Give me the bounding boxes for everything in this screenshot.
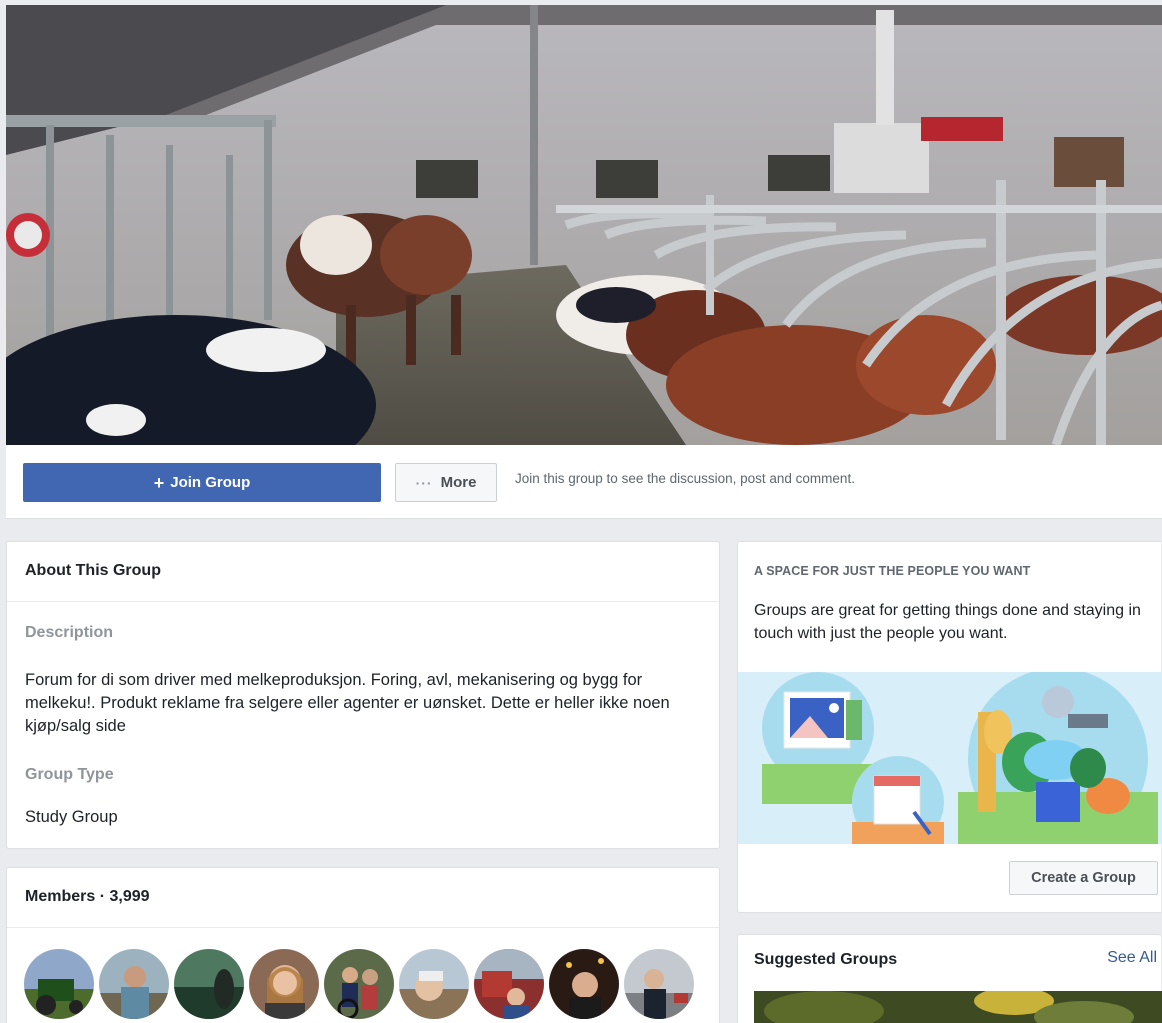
join-group-label: Join Group xyxy=(170,474,251,491)
group-cover-photo xyxy=(6,5,1162,445)
more-dots-icon: ··· xyxy=(415,474,433,491)
join-group-button[interactable]: + Join Group xyxy=(23,463,381,502)
about-card-title: About This Group xyxy=(7,542,719,602)
description-label: Description xyxy=(25,624,114,641)
description-text: Forum for di som driver med melkeproduks… xyxy=(25,671,670,735)
see-all-link[interactable]: See All xyxy=(1107,949,1157,967)
more-button[interactable]: ··· More xyxy=(395,463,497,502)
suggested-groups-card: Suggested Groups See All xyxy=(737,934,1162,1023)
join-hint-text: Join this group to see the discussion, p… xyxy=(515,471,855,486)
members-card: Members · 3,999 xyxy=(6,867,720,1023)
more-label: More xyxy=(440,474,477,491)
group-type-value: Study Group xyxy=(25,808,118,826)
member-avatar[interactable] xyxy=(398,948,470,1020)
about-group-card: About This Group Description Forum for d… xyxy=(6,541,720,849)
members-title: Members · 3,999 xyxy=(7,868,719,928)
groups-illustration xyxy=(738,672,1162,844)
member-avatar[interactable] xyxy=(323,948,395,1020)
plus-icon: + xyxy=(153,472,165,493)
suggested-group-image[interactable] xyxy=(754,991,1162,1023)
member-avatar[interactable] xyxy=(173,948,245,1020)
member-avatar[interactable] xyxy=(623,948,695,1020)
member-avatar[interactable] xyxy=(98,948,170,1020)
member-avatar[interactable] xyxy=(248,948,320,1020)
create-group-promo-card: A SPACE FOR JUST THE PEOPLE YOU WANT Gro… xyxy=(737,541,1162,913)
member-avatars xyxy=(23,948,695,1020)
create-group-button[interactable]: Create a Group xyxy=(1009,861,1158,895)
member-avatar[interactable] xyxy=(473,948,545,1020)
suggested-groups-title: Suggested Groups xyxy=(754,951,898,968)
group-action-bar: + Join Group ··· More Join this group to… xyxy=(6,445,1162,519)
member-avatar[interactable] xyxy=(548,948,620,1020)
promo-heading: A SPACE FOR JUST THE PEOPLE YOU WANT xyxy=(754,564,1031,578)
group-type-label: Group Type xyxy=(25,766,114,783)
promo-text: Groups are great for getting things done… xyxy=(754,602,1141,642)
member-avatar[interactable] xyxy=(23,948,95,1020)
